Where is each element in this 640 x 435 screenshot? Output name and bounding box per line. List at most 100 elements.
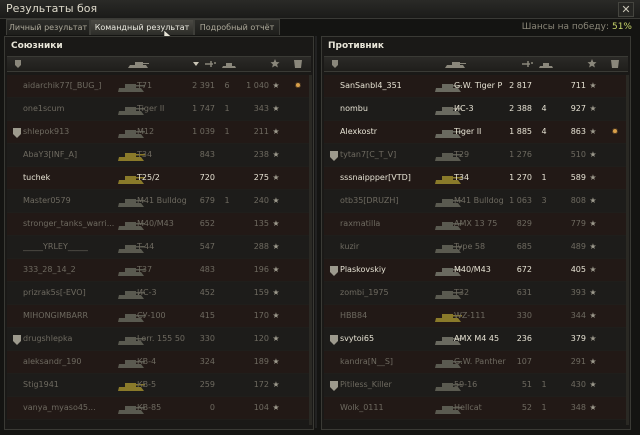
player-row[interactable]: AbaY3[INF_A] T34 843 238 ★ [7,144,311,167]
xp-value: 120 [253,334,269,343]
player-row[interactable]: raxmatilla AMX 13 75 829 779 ★ [324,213,628,236]
damage-value: 1 747 [192,104,215,113]
kills-column-icon[interactable] [221,57,237,71]
tab-detailed-report[interactable]: Подробный отчёт [194,19,280,35]
kills-value [221,236,233,258]
xp-column-icon[interactable] [269,57,281,71]
achievements-column-icon[interactable] [608,57,622,71]
kills-value: 1 [224,127,230,136]
kills-value [221,397,233,419]
close-button[interactable]: ✕ [618,2,634,17]
win-chance: Шансы на победу: 51% [522,22,632,32]
damage-value: 52 [521,403,532,412]
xp-value: 863 [570,127,586,136]
kills-value [538,259,550,281]
platoon-column-icon[interactable] [330,57,340,71]
kills-value [221,282,233,304]
platoon-icon [330,335,338,345]
damage-value: 631 [516,288,532,297]
xp-value: 430 [570,380,586,389]
xp-star-icon: ★ [589,150,597,159]
player-name: Stig1941 [23,380,59,389]
player-row[interactable]: otb35[DRUZH] M41 Bulldog 1 063 3 808 ★ [324,190,628,213]
player-row[interactable]: Plaskovskiy M40/M43 672 405 ★ [324,259,628,282]
achievements-column-icon[interactable] [291,57,305,71]
damage-column-icon[interactable] [203,57,217,71]
vehicle-column-icon[interactable] [444,57,468,71]
player-row[interactable]: kandra[N__S] G.W. Panther 107 291 ★ [324,351,628,374]
kills-value [538,351,550,373]
player-row[interactable]: prizrak5s[-EVO] ИС-3 452 159 ★ [7,282,311,305]
player-name: one1scum [23,104,65,113]
xp-star-icon: ★ [272,196,280,205]
player-row[interactable]: Alexkostr Tiger II 1 885 4 863 ★ ✹ [324,121,628,144]
damage-value: 679 [199,196,215,205]
kills-value [221,167,233,189]
xp-value: 379 [570,334,586,343]
allies-column-header [7,56,311,72]
xp-star-icon: ★ [589,403,597,412]
kills-value [221,213,233,235]
damage-value: 107 [516,357,532,366]
xp-star-icon: ★ [272,380,280,389]
player-row[interactable]: MIHONGIMBARR СУ-100 415 170 ★ [7,305,311,328]
damage-value: 51 [521,380,532,389]
xp-star-icon: ★ [272,403,280,412]
damage-value: 720 [199,173,215,182]
player-row[interactable]: 333_28_14_2 T37 483 196 ★ [7,259,311,282]
titlebar: Результаты боя ✕ [0,0,640,19]
player-row[interactable]: stronger_tanks_warri... M40/M43 652 135 ★ [7,213,311,236]
player-row[interactable]: Pitiless_Killer 59-16 51 1 430 ★ [324,374,628,397]
kills-column-icon[interactable] [538,57,554,71]
xp-star-icon: ★ [272,81,280,90]
enemies-panel: Противник SanSanbl4_351 G.W. Tiger P2 817… [321,36,631,430]
damage-value: 1 276 [509,150,532,159]
damage-column-icon[interactable] [520,57,534,71]
damage-value: 843 [199,150,215,159]
platoon-column-icon[interactable] [13,57,23,71]
player-row[interactable]: aidarchik77[_BUG_] T71 2 391 6 1 040 ★ ✹ [7,75,311,98]
vehicle-column-icon[interactable] [127,57,151,71]
xp-value: 348 [570,403,586,412]
medal-icon[interactable]: ✹ [608,121,622,143]
sort-desc-icon[interactable] [191,57,201,71]
player-row[interactable]: svytoi65 AMX M4 45 236 379 ★ [324,328,628,351]
allies-scrollbar[interactable] [309,75,312,425]
player-row[interactable]: one1scum Tiger II 1 747 1 343 ★ [7,98,311,121]
player-row[interactable]: kuzir Type 58 685 489 ★ [324,236,628,259]
kills-value: 6 [224,81,230,90]
enemies-title: Противник [328,41,385,51]
player-row[interactable]: Master0579 M41 Bulldog 679 1 240 ★ [7,190,311,213]
medal-icon[interactable]: ✹ [291,75,305,97]
kills-value [538,75,550,97]
kills-value [538,305,550,327]
xp-value: 405 [570,265,586,274]
player-row[interactable]: sssnaippper[VTD] T34 1 270 1 589 ★ [324,167,628,190]
xp-column-icon[interactable] [586,57,598,71]
player-row[interactable]: Stig1941 КВ-5 259 172 ★ [7,374,311,397]
xp-star-icon: ★ [589,173,597,182]
tab-personal-result[interactable]: Личный результат [6,19,90,35]
kills-value: 4 [541,104,547,113]
xp-value: 927 [570,104,586,113]
player-row[interactable]: vanya_myaso45... КВ-85 0 104 ★ [7,397,311,420]
damage-value: 2 817 [509,81,532,90]
player-name: aleksandr_190 [23,357,82,366]
enemies-scrollbar[interactable] [626,75,629,425]
player-row[interactable]: _____YRLEY_____ T-44 547 288 ★ [7,236,311,259]
xp-star-icon: ★ [589,81,597,90]
xp-star-icon: ★ [272,311,280,320]
player-row[interactable]: tytan7[C_T_V] T29 1 276 510 ★ [324,144,628,167]
player-row[interactable]: drugshlepka Lorr. 155 50 330 120 ★ [7,328,311,351]
kills-value [538,328,550,350]
player-row[interactable]: Wolk_0111 Hellcat 52 1 348 ★ [324,397,628,420]
player-row[interactable]: tuchek T25/2 720 275 ★ [7,167,311,190]
player-row[interactable]: nombu ИС-3 2 388 4 927 ★ [324,98,628,121]
player-row[interactable]: HBB84 WZ-111 330 344 ★ [324,305,628,328]
tab-team-result[interactable]: Командный результат [90,19,194,35]
player-row[interactable]: zombi_1975 T32 631 393 ★ [324,282,628,305]
player-row[interactable]: shlepok913 M12 1 039 1 211 ★ [7,121,311,144]
player-row[interactable]: SanSanbl4_351 G.W. Tiger P2 817 711 ★ [324,75,628,98]
kills-value: 3 [541,196,547,205]
player-row[interactable]: aleksandr_190 КВ-4 324 189 ★ [7,351,311,374]
